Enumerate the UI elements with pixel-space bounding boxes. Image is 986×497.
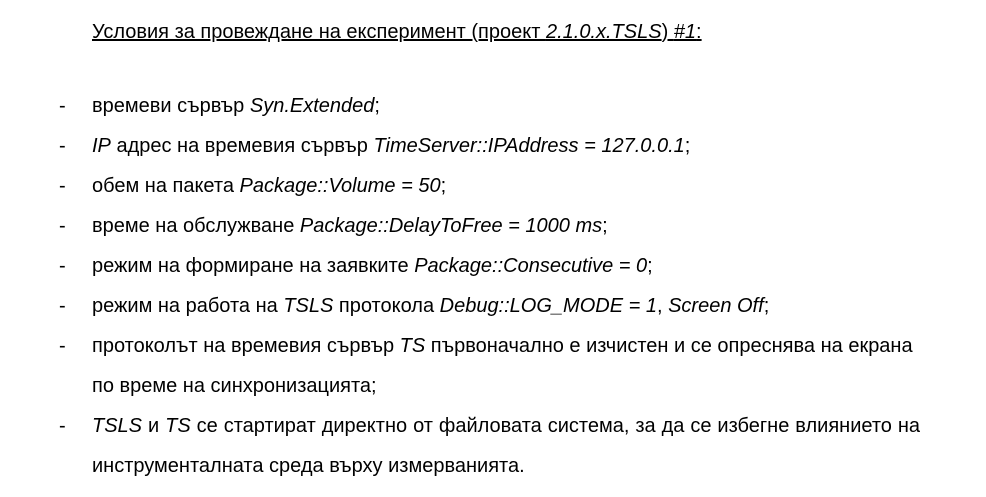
bullet-dash: - (59, 295, 66, 317)
bullet-dash: - (59, 135, 66, 157)
bullet-dash: - (59, 335, 66, 357)
list-item-time-server: - времеви сървър Syn.Extended; (0, 86, 986, 126)
list-item-log-mode: - режим на работа на TSLS протокола Debu… (0, 286, 986, 326)
list-item-service-time: - време на обслужване Package::DelayToFr… (0, 206, 986, 246)
list-item-ip-address: - IP адрес на времевия сървър TimeServer… (0, 126, 986, 166)
list-item-text: времеви сървър Syn.Extended; (92, 95, 380, 117)
list-item-text: IP адрес на времевия сървър TimeServer::… (92, 135, 691, 157)
bullet-dash: - (59, 95, 66, 117)
bullet-dash: - (59, 415, 66, 437)
experiment-heading: Условия за провеждане на експеримент (пр… (92, 21, 702, 43)
list-item-startup: - TSLS и TS се стартират директно от фай… (0, 406, 986, 486)
document-page: Условия за провеждане на експеримент (пр… (0, 0, 986, 497)
list-item-text: време на обслужване Package::DelayToFree… (92, 215, 608, 237)
list-item-package-volume: - обем на пакета Package::Volume = 50; (0, 166, 986, 206)
bullet-dash: - (59, 175, 66, 197)
list-item-text: TSLS и TS се стартират директно от файло… (92, 415, 920, 477)
conditions-list: - времеви сървър Syn.Extended; - IP адре… (0, 86, 986, 486)
list-item-text: протоколът на времевия сървър TS първона… (92, 335, 913, 397)
list-item-text: обем на пакета Package::Volume = 50; (92, 175, 447, 197)
bullet-dash: - (59, 255, 66, 277)
list-item-text: режим на формиране на заявките Package::… (92, 255, 653, 277)
list-item-request-mode: - режим на формиране на заявките Package… (0, 246, 986, 286)
bullet-dash: - (59, 215, 66, 237)
list-item-text: режим на работа на TSLS протокола Debug:… (92, 295, 770, 317)
list-item-server-log: - протоколът на времевия сървър TS първо… (0, 326, 986, 406)
